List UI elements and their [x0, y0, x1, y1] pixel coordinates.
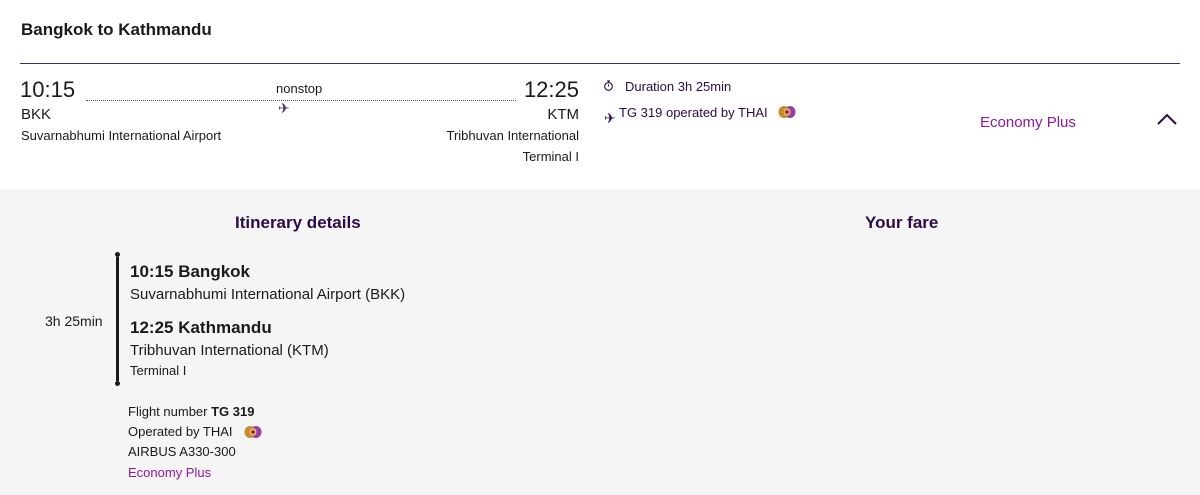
itinerary-details-title: Itinerary details: [235, 213, 361, 232]
departure-code: BKK: [21, 106, 52, 123]
chevron-up-icon[interactable]: [1156, 112, 1178, 126]
segment-departure-heading: 10:15 Bangkok: [130, 262, 250, 281]
arrival-time: 12:25: [523, 77, 579, 102]
segment-arrival-terminal: Terminal I: [130, 363, 187, 378]
route-dotted-line: [86, 100, 516, 101]
flight-number-line: Flight number TG 319: [128, 404, 254, 419]
stops-label: nonstop: [276, 81, 323, 96]
arrival-code: KTM: [547, 106, 579, 123]
operated-by-label: TG 319 operated by THAI: [619, 105, 768, 120]
stopwatch-icon: [604, 80, 613, 91]
flight-number-value: TG 319: [211, 404, 255, 419]
flight-summary-panel: Bangkok to Kathmandu 10:15 BKK Suvarnabh…: [0, 0, 1200, 189]
cabin-class-detail: Economy Plus: [128, 465, 212, 480]
aircraft-type: AIRBUS A330-300: [128, 444, 236, 459]
route-title: Bangkok to Kathmandu: [21, 20, 212, 39]
operated-by-detail: Operated by THAI: [128, 424, 233, 439]
cabin-class-label: Economy Plus: [980, 114, 1076, 131]
header-divider: [20, 63, 1180, 64]
plane-small-icon: ✈: [604, 110, 616, 126]
plane-icon: ✈: [278, 100, 290, 116]
departure-airport: Suvarnabhumi International Airport: [21, 128, 222, 143]
timeline-bar: [116, 257, 119, 381]
departure-time: 10:15: [20, 77, 76, 102]
flight-number-label: Flight number: [128, 404, 208, 419]
segment-duration: 3h 25min: [45, 313, 103, 329]
duration-label: Duration 3h 25min: [625, 79, 732, 94]
segment-arrival-airport: Tribhuvan International (KTM): [130, 342, 329, 359]
timeline-end-dot: [115, 381, 120, 386]
thai-airways-logo: [778, 106, 796, 118]
segment-arrival-heading: 12:25 Kathmandu: [130, 318, 272, 337]
arrival-airport: Tribhuvan International: [446, 128, 580, 143]
arrival-terminal: Terminal I: [522, 149, 579, 164]
your-fare-title: Your fare: [865, 213, 939, 232]
thai-airways-logo: [244, 426, 262, 438]
segment-departure-airport: Suvarnabhumi International Airport (BKK): [130, 286, 406, 303]
